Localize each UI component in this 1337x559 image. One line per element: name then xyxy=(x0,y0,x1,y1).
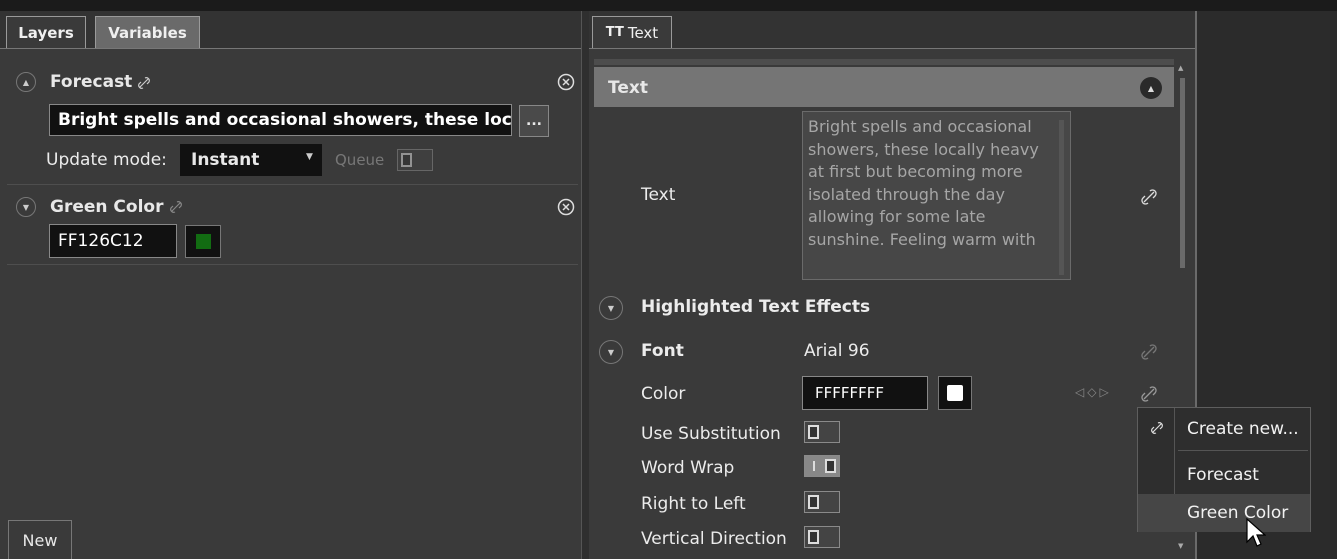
green-color-value-input[interactable]: FF126C12 xyxy=(49,224,177,258)
update-mode-value: Instant xyxy=(191,150,260,170)
expand-green-color-button[interactable]: ▼ xyxy=(16,197,36,217)
use-substitution-label: Use Substitution xyxy=(641,424,781,444)
scroll-down-icon[interactable]: ▼ xyxy=(1178,542,1183,550)
menu-separator xyxy=(1178,450,1308,451)
font-value: Arial 96 xyxy=(804,341,870,361)
color-swatch-button[interactable] xyxy=(938,376,972,410)
tab-variables-label: Variables xyxy=(108,23,187,42)
tab-text-label: Text xyxy=(627,23,659,42)
queue-toggle[interactable] xyxy=(397,149,433,171)
color-value-input[interactable]: FFFFFFFF xyxy=(802,376,928,410)
font-label: Font xyxy=(641,341,684,361)
text-section-header[interactable]: Text ▲ xyxy=(594,67,1174,107)
left-tab-bar xyxy=(0,11,581,49)
right-tab-bar xyxy=(589,11,1195,49)
tab-variables[interactable]: Variables xyxy=(95,16,200,48)
scrollbar-thumb[interactable] xyxy=(1180,78,1185,268)
variables-panel xyxy=(0,11,581,559)
link-icon xyxy=(170,201,182,213)
scroll-up-icon[interactable]: ▲ xyxy=(1178,64,1183,72)
right-to-left-label: Right to Left xyxy=(641,494,746,514)
menu-item-label: Create new... xyxy=(1187,419,1299,439)
mouse-cursor-icon xyxy=(1246,518,1266,547)
link-variable-menu: Create new... Forecast Green Color xyxy=(1137,407,1311,532)
queue-label: Queue xyxy=(335,151,385,169)
new-variable-button[interactable]: New xyxy=(8,520,72,559)
menu-item-label: Green Color xyxy=(1187,503,1289,523)
right-to-left-toggle[interactable] xyxy=(804,491,840,513)
tab-layers[interactable]: Layers xyxy=(6,16,86,48)
update-mode-label: Update mode: xyxy=(46,150,167,170)
section-spacer xyxy=(594,59,1174,65)
vertical-direction-toggle[interactable] xyxy=(804,526,840,548)
keyframe-nav-icons[interactable]: ◁◇▷ xyxy=(1075,385,1112,399)
color-swatch xyxy=(196,234,211,249)
link-icon[interactable] xyxy=(1141,386,1157,402)
divider xyxy=(7,264,578,265)
color-label: Color xyxy=(641,384,686,404)
link-icon[interactable] xyxy=(1141,344,1157,360)
tab-layers-label: Layers xyxy=(18,23,74,42)
variable-name-forecast: Forecast xyxy=(50,72,133,92)
section-title: Text xyxy=(608,78,648,98)
textarea-scrollbar[interactable] xyxy=(1059,120,1064,275)
menu-item-forecast[interactable]: Forecast xyxy=(1138,456,1310,494)
remove-green-color-icon[interactable] xyxy=(557,198,575,216)
text-type-icon: TT xyxy=(605,25,624,40)
text-property-label: Text xyxy=(641,185,676,205)
word-wrap-label: Word Wrap xyxy=(641,458,735,478)
color-swatch xyxy=(947,385,963,401)
text-value-textarea[interactable]: Bright spells and occasional showers, th… xyxy=(802,111,1071,280)
link-icon[interactable] xyxy=(1141,189,1157,205)
use-substitution-toggle[interactable] xyxy=(804,421,840,443)
update-mode-select[interactable]: Instant ▼ xyxy=(180,144,322,176)
expand-highlighted-effects-button[interactable]: ▼ xyxy=(599,296,623,320)
menu-item-green-color[interactable]: Green Color xyxy=(1138,494,1310,532)
divider xyxy=(7,184,578,185)
text-value-content: Bright spells and occasional showers, th… xyxy=(808,117,1039,249)
variable-name-green-color: Green Color xyxy=(50,197,164,217)
expand-font-button[interactable]: ▼ xyxy=(599,340,623,364)
word-wrap-toggle[interactable] xyxy=(804,455,840,477)
window-top-strip xyxy=(0,0,1337,11)
dropdown-arrow-icon: ▼ xyxy=(306,152,313,162)
forecast-value-input[interactable]: Bright spells and occasional showers, th… xyxy=(49,104,512,136)
tab-text[interactable]: TT Text xyxy=(592,16,672,48)
vertical-direction-label: Vertical Direction xyxy=(641,529,787,549)
link-icon xyxy=(1151,422,1163,434)
link-icon xyxy=(138,77,150,89)
green-color-swatch-button[interactable] xyxy=(185,225,221,258)
menu-item-create-new[interactable]: Create new... xyxy=(1138,410,1310,448)
remove-forecast-icon[interactable] xyxy=(557,73,575,91)
menu-item-label: Forecast xyxy=(1187,465,1259,485)
browse-button[interactable]: ... xyxy=(519,105,549,137)
collapse-forecast-button[interactable]: ▲ xyxy=(16,72,36,92)
panel-splitter[interactable] xyxy=(581,11,589,559)
collapse-section-icon[interactable]: ▲ xyxy=(1140,77,1162,99)
highlighted-text-effects-label: Highlighted Text Effects xyxy=(641,297,871,317)
